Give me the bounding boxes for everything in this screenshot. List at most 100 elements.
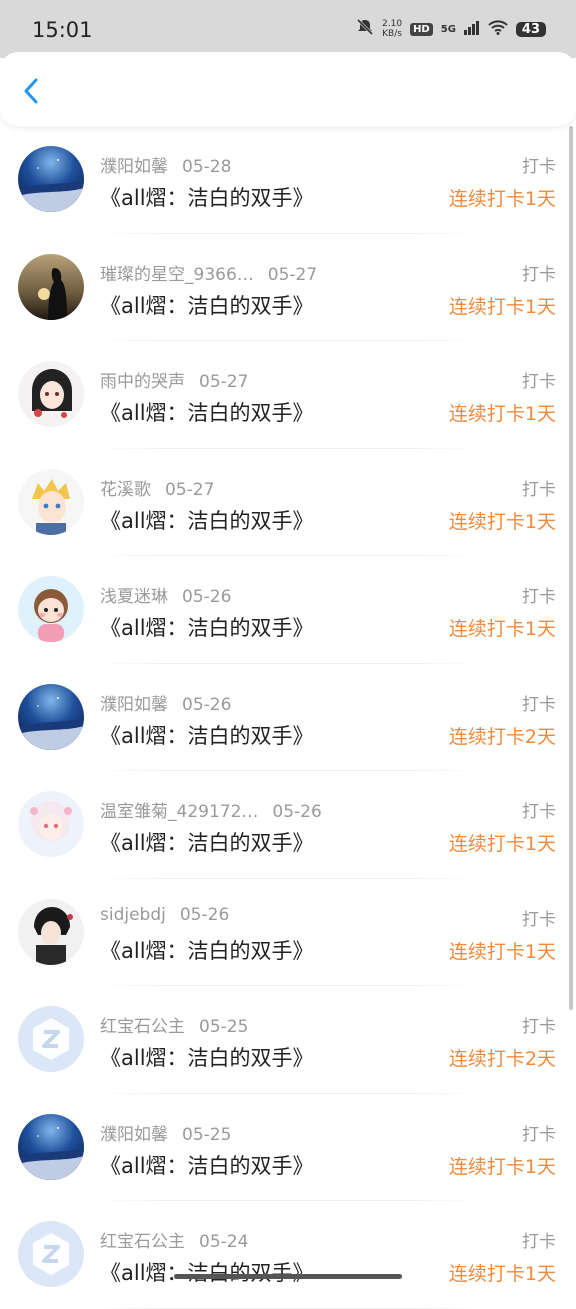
list-item[interactable]: 濮阳如馨 05-26 《all熠：洁白的双手》 打卡 连续打卡2天 bbox=[0, 664, 576, 771]
username[interactable]: 濮阳如馨 bbox=[100, 157, 168, 177]
checkin-list: 濮阳如馨 05-28 《all熠：洁白的双手》 打卡 连续打卡1天 璀璨的星空_9366…… bbox=[0, 126, 576, 1309]
book-title: 《all熠：洁白的双手》 bbox=[100, 186, 314, 210]
back-button[interactable] bbox=[16, 74, 50, 108]
username[interactable]: 温室雏菊_429172… bbox=[100, 802, 258, 822]
post-date: 05-24 bbox=[199, 1232, 249, 1252]
item-meta: 雨中的哭声 05-27 bbox=[100, 367, 248, 392]
post-date: 05-26 bbox=[272, 802, 322, 822]
post-date: 05-28 bbox=[182, 157, 232, 177]
streak-label: 连续打卡1天 bbox=[448, 833, 556, 855]
avatar[interactable] bbox=[18, 1221, 84, 1287]
post-date: 05-25 bbox=[182, 1124, 232, 1145]
avatar[interactable] bbox=[18, 146, 84, 212]
streak-label: 连续打卡1天 bbox=[448, 618, 556, 640]
list-item[interactable]: 花溪歌 05-27 《all熠：洁白的双手》 打卡 连续打卡1天 bbox=[0, 449, 576, 556]
streak-label: 连续打卡1天 bbox=[448, 188, 556, 210]
scrollbar[interactable] bbox=[569, 126, 573, 1010]
book-title: 《all熠：洁白的双手》 bbox=[100, 938, 314, 963]
post-date: 05-26 bbox=[182, 694, 232, 715]
avatar[interactable] bbox=[18, 898, 84, 965]
item-meta: 濮阳如馨 05-26 bbox=[100, 690, 231, 715]
avatar[interactable] bbox=[18, 468, 84, 535]
book-title: 《all熠：洁白的双手》 bbox=[100, 293, 314, 318]
item-meta: 温室雏菊_429172… 05-26 bbox=[100, 797, 322, 822]
checkin-tag: 打卡 bbox=[522, 802, 556, 822]
checkin-tag: 打卡 bbox=[522, 1232, 556, 1252]
book-title: 《all熠：洁白的双手》 bbox=[100, 1153, 314, 1178]
home-indicator[interactable] bbox=[174, 1274, 402, 1279]
list-item[interactable]: 红宝石公主 05-25 《all熠：洁白的双手》 打卡 连续打卡2天 bbox=[0, 986, 576, 1094]
avatar[interactable] bbox=[18, 361, 84, 427]
post-date: 05-26 bbox=[179, 904, 230, 925]
avatar[interactable] bbox=[18, 791, 84, 857]
username[interactable]: sidjebdj bbox=[100, 905, 166, 925]
list-item[interactable]: 红宝石公主 05-24 《all熠：洁白的双手》 打卡连续打卡1天 bbox=[0, 1201, 576, 1309]
list-item[interactable]: 雨中的哭声 05-27 《all熠：洁白的双手》 打卡连续打卡1天 bbox=[0, 341, 576, 449]
streak-label: 连续打卡1天 bbox=[448, 403, 556, 425]
checkin-tag: 打卡 bbox=[522, 372, 556, 392]
book-title: 《all熠：洁白的双手》 bbox=[100, 1261, 314, 1285]
speed-unit: KB/s bbox=[382, 29, 402, 39]
book-title: 《all熠：洁白的双手》 bbox=[100, 401, 314, 425]
username[interactable]: 濮阳如馨 bbox=[100, 695, 168, 715]
streak-label: 连续打卡1天 bbox=[448, 1155, 556, 1178]
item-meta: sidjebdj 05-26 bbox=[100, 905, 229, 925]
book-title: 《all熠：洁白的双手》 bbox=[100, 831, 314, 855]
username[interactable]: 璀璨的星空_9366… bbox=[100, 265, 254, 285]
row-divider bbox=[92, 1307, 484, 1309]
streak-label: 连续打卡1天 bbox=[448, 1263, 556, 1285]
status-time: 15:01 bbox=[32, 18, 93, 42]
streak-label: 连续打卡2天 bbox=[448, 725, 556, 748]
item-meta: 浅夏迷琳 05-26 bbox=[100, 582, 231, 607]
list-item[interactable]: 璀璨的星空_9366… 05-27 《all熠：洁白的双手》 打卡 连续打卡1天 bbox=[0, 234, 576, 341]
item-meta: 濮阳如馨 05-28 bbox=[100, 152, 231, 177]
top-nav-bar bbox=[0, 52, 576, 126]
avatar[interactable] bbox=[18, 1113, 84, 1180]
post-date: 05-27 bbox=[267, 264, 318, 285]
battery-level: 43 bbox=[515, 21, 546, 37]
post-date: 05-25 bbox=[199, 1017, 249, 1037]
avatar[interactable] bbox=[18, 576, 84, 642]
checkin-tag: 打卡 bbox=[522, 157, 556, 177]
username[interactable]: 浅夏迷琳 bbox=[100, 587, 168, 607]
checkin-tag: 打卡 bbox=[522, 1124, 556, 1145]
post-date: 05-27 bbox=[165, 479, 215, 500]
avatar[interactable] bbox=[18, 1006, 84, 1072]
username[interactable]: 濮阳如馨 bbox=[100, 1125, 168, 1145]
username[interactable]: 花溪歌 bbox=[100, 480, 151, 500]
avatar[interactable] bbox=[18, 683, 84, 750]
checkin-tag: 打卡 bbox=[522, 909, 556, 930]
list-item[interactable]: 浅夏迷琳 05-26 《all熠：洁白的双手》 打卡 连续打卡1天 bbox=[0, 556, 576, 664]
item-meta: 红宝石公主 05-25 bbox=[100, 1012, 248, 1037]
list-item[interactable]: sidjebdj 05-26 《all熠：洁白的双手》 打卡连续打卡1天 bbox=[0, 879, 576, 986]
post-date: 05-27 bbox=[199, 372, 249, 392]
list-item[interactable]: 温室雏菊_429172… 05-26 《all熠：洁白的双手》 打卡连续打卡1天 bbox=[0, 771, 576, 879]
speed-value: 2.10 bbox=[382, 19, 403, 29]
chevron-left-icon bbox=[24, 78, 38, 104]
checkin-tag: 打卡 bbox=[522, 694, 556, 715]
streak-label: 连续打卡2天 bbox=[448, 1048, 556, 1070]
book-title: 《all熠：洁白的双手》 bbox=[100, 508, 314, 533]
username[interactable]: 雨中的哭声 bbox=[100, 372, 185, 392]
username[interactable]: 红宝石公主 bbox=[100, 1017, 185, 1037]
mute-bell-icon bbox=[356, 18, 374, 40]
post-date: 05-26 bbox=[182, 587, 232, 607]
item-meta: 璀璨的星空_9366… 05-27 bbox=[100, 260, 317, 285]
item-meta: 花溪歌 05-27 bbox=[100, 475, 214, 500]
signal-bars-icon bbox=[463, 20, 480, 39]
status-icons: 2.10 KB/s HD 5G 43 bbox=[356, 18, 546, 40]
avatar[interactable] bbox=[18, 253, 84, 320]
username[interactable]: 红宝石公主 bbox=[100, 1232, 185, 1252]
checkin-tag: 打卡 bbox=[522, 264, 556, 285]
list-item[interactable]: 濮阳如馨 05-25 《all熠：洁白的双手》 打卡连续打卡1天 bbox=[0, 1094, 576, 1201]
book-title: 《all熠：洁白的双手》 bbox=[100, 616, 314, 640]
item-meta: 濮阳如馨 05-25 bbox=[100, 1120, 231, 1145]
status-bar: 15:01 2.10 KB/s HD 5G 43 bbox=[0, 0, 576, 58]
signal-5g-label: 5G bbox=[440, 23, 456, 35]
checkin-tag: 打卡 bbox=[522, 1017, 556, 1037]
item-meta: 红宝石公主 05-24 bbox=[100, 1227, 248, 1252]
network-speed: 2.10 KB/s bbox=[382, 19, 402, 39]
list-item[interactable]: 濮阳如馨 05-28 《all熠：洁白的双手》 打卡连续打卡1天 bbox=[0, 126, 576, 234]
wifi-icon bbox=[488, 19, 508, 39]
streak-label: 连续打卡1天 bbox=[448, 940, 556, 963]
